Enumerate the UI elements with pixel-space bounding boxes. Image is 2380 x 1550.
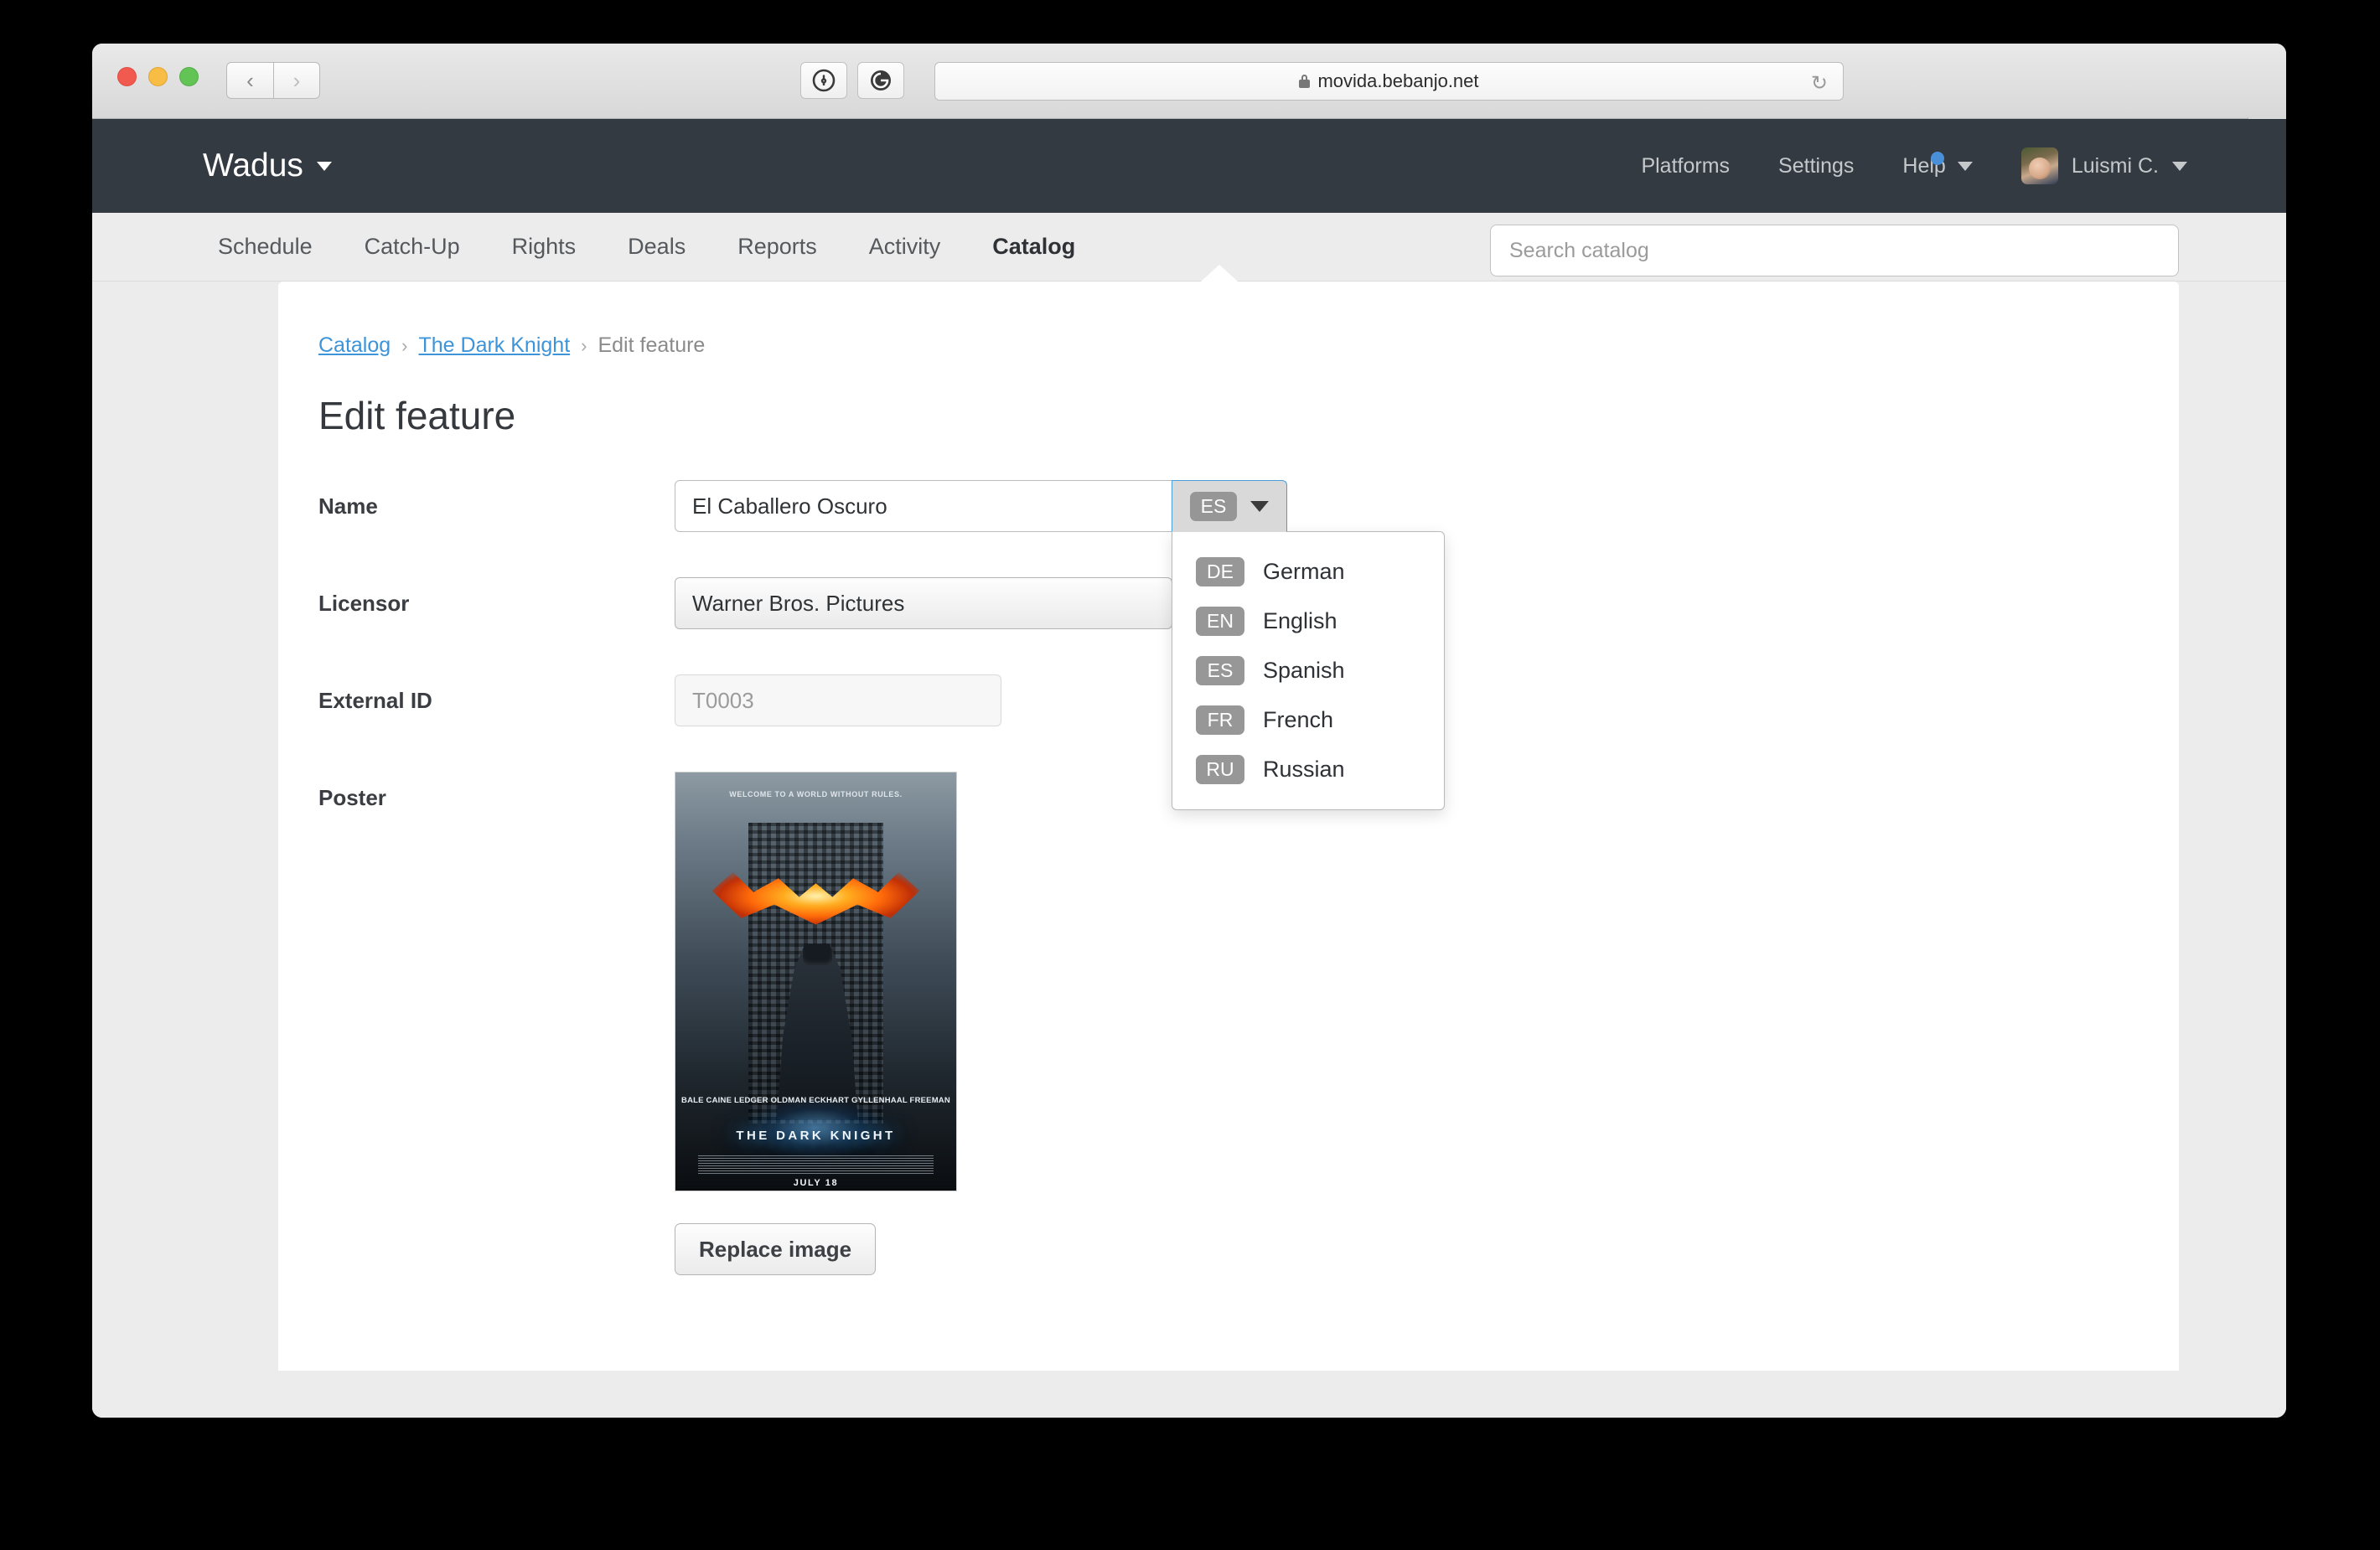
licensor-value: Warner Bros. Pictures (692, 591, 904, 617)
language-badge: EN (1196, 607, 1244, 636)
external-id-value: T0003 (692, 688, 754, 714)
navigation-buttons: ‹ › (226, 62, 320, 99)
breadcrumb-separator-icon: › (581, 335, 587, 357)
extension-buttons (800, 62, 904, 99)
page-title: Edit feature (318, 393, 2179, 438)
tab-activity[interactable]: Activity (843, 234, 967, 260)
avatar (2021, 147, 2058, 184)
form-row-name: Name ES DE German (318, 480, 2179, 532)
poster-title: THE DARK KNIGHT (675, 1129, 956, 1143)
nav-platforms[interactable]: Platforms (1641, 154, 1730, 178)
brand-label: Wadus (203, 147, 303, 184)
topnav-right: Platforms Settings Help Luismi C. (1641, 119, 2187, 213)
chevron-right-icon: › (293, 70, 301, 91)
language-badge: RU (1196, 755, 1244, 784)
active-tab-pointer (1201, 265, 1238, 282)
forward-button[interactable]: › (273, 62, 320, 99)
section-navbar: Schedule Catch-Up Rights Deals Reports A… (92, 213, 2286, 282)
tab-rights[interactable]: Rights (486, 234, 603, 260)
chevron-down-icon (2172, 162, 2187, 171)
tab-catch-up[interactable]: Catch-Up (339, 234, 486, 260)
brand-menu[interactable]: Wadus (203, 147, 332, 184)
nav-help[interactable]: Help (1902, 154, 1972, 178)
poster-label: Poster (318, 772, 675, 811)
language-badge: DE (1196, 557, 1244, 586)
tab-reports[interactable]: Reports (711, 234, 843, 260)
content-card: Catalog › The Dark Knight › Edit feature… (278, 282, 2179, 1371)
url-text: movida.bebanjo.net (1317, 70, 1478, 92)
chevron-left-icon: ‹ (246, 70, 254, 91)
name-label: Name (318, 480, 675, 519)
name-input-group: ES (675, 480, 1287, 532)
user-name-label: Luismi C. (2072, 154, 2159, 178)
tab-deals[interactable]: Deals (602, 234, 711, 260)
poster-tagline: WELCOME TO A WORLD WITHOUT RULES. (675, 790, 956, 798)
breadcrumb-separator-icon: › (401, 335, 407, 357)
grammarly-icon (868, 68, 893, 93)
reload-icon[interactable]: ↻ (1811, 71, 1828, 96)
minimize-window-button[interactable] (148, 67, 168, 86)
address-bar[interactable]: movida.bebanjo.net ↻ (934, 62, 1844, 101)
1password-icon (811, 68, 836, 93)
notification-dot-icon (1931, 152, 1944, 165)
user-menu[interactable]: Luismi C. (2021, 147, 2187, 184)
chevron-down-icon (1958, 162, 1973, 171)
language-option-es[interactable]: ES Spanish (1172, 646, 1444, 695)
external-id-input: T0003 (675, 674, 1001, 726)
breadcrumb-catalog-link[interactable]: Catalog (318, 333, 391, 358)
breadcrumb-current: Edit feature (598, 333, 705, 358)
poster-cast: BALE CAINE LEDGER OLDMAN ECKHART GYLLENH… (675, 1096, 956, 1105)
browser-window: ‹ › (92, 44, 2286, 1418)
top-navbar: Wadus Platforms Settings Help Luismi C. (92, 119, 2286, 213)
maximize-window-button[interactable] (179, 67, 199, 86)
external-id-label: External ID (318, 674, 675, 714)
browser-titlebar: ‹ › (92, 44, 2286, 119)
name-input[interactable] (675, 480, 1172, 532)
chevron-down-icon (1250, 501, 1269, 512)
poster-credits-block (698, 1155, 934, 1174)
licensor-select[interactable]: Warner Bros. Pictures (675, 577, 1172, 629)
breadcrumb-title-link[interactable]: The Dark Knight (419, 333, 571, 358)
poster-field-area: WELCOME TO A WORLD WITHOUT RULES. BALE C… (675, 772, 957, 1275)
grammarly-button[interactable] (857, 62, 904, 99)
language-name: Spanish (1263, 658, 1345, 684)
poster-release-date: JULY 18 (675, 1178, 956, 1188)
language-name: English (1263, 608, 1337, 634)
language-toggle-button[interactable]: ES (1172, 480, 1287, 532)
language-option-fr[interactable]: FR French (1172, 695, 1444, 745)
licensor-label: Licensor (318, 577, 675, 617)
chevron-down-icon (317, 162, 332, 171)
name-field-area: ES DE German EN English (675, 480, 1287, 532)
breadcrumb: Catalog › The Dark Knight › Edit feature (318, 333, 2179, 358)
onepassword-button[interactable] (800, 62, 847, 99)
section-nav-items: Schedule Catch-Up Rights Deals Reports A… (218, 234, 1101, 260)
search-input[interactable] (1509, 239, 2160, 263)
form-row-poster: Poster WELCOME TO A WORLD WITHOUT RULES.… (318, 772, 2179, 1275)
language-option-ru[interactable]: RU Russian (1172, 745, 1444, 794)
language-option-de[interactable]: DE German (1172, 547, 1444, 597)
app-viewport: Wadus Platforms Settings Help Luismi C. (92, 119, 2286, 1418)
language-badge: FR (1196, 705, 1244, 735)
language-name: French (1263, 707, 1333, 733)
replace-image-button[interactable]: Replace image (675, 1223, 876, 1275)
url-display: movida.bebanjo.net (1299, 70, 1478, 92)
tab-schedule[interactable]: Schedule (218, 234, 339, 260)
language-name: Russian (1263, 757, 1345, 783)
tab-catalog[interactable]: Catalog (966, 234, 1101, 260)
edit-feature-form: Name ES DE German (278, 480, 2179, 1275)
search-catalog-box[interactable] (1490, 225, 2179, 276)
close-window-button[interactable] (117, 67, 137, 86)
poster-image: WELCOME TO A WORLD WITHOUT RULES. BALE C… (675, 772, 957, 1191)
nav-settings[interactable]: Settings (1778, 154, 1854, 178)
back-button[interactable]: ‹ (226, 62, 273, 99)
language-badge: ES (1196, 656, 1244, 685)
language-dropdown-menu: DE German EN English ES Spanish (1172, 531, 1445, 810)
lock-icon (1299, 75, 1310, 88)
window-controls (117, 67, 199, 86)
language-code-badge: ES (1190, 492, 1237, 521)
language-name: German (1263, 559, 1345, 585)
language-option-en[interactable]: EN English (1172, 597, 1444, 646)
